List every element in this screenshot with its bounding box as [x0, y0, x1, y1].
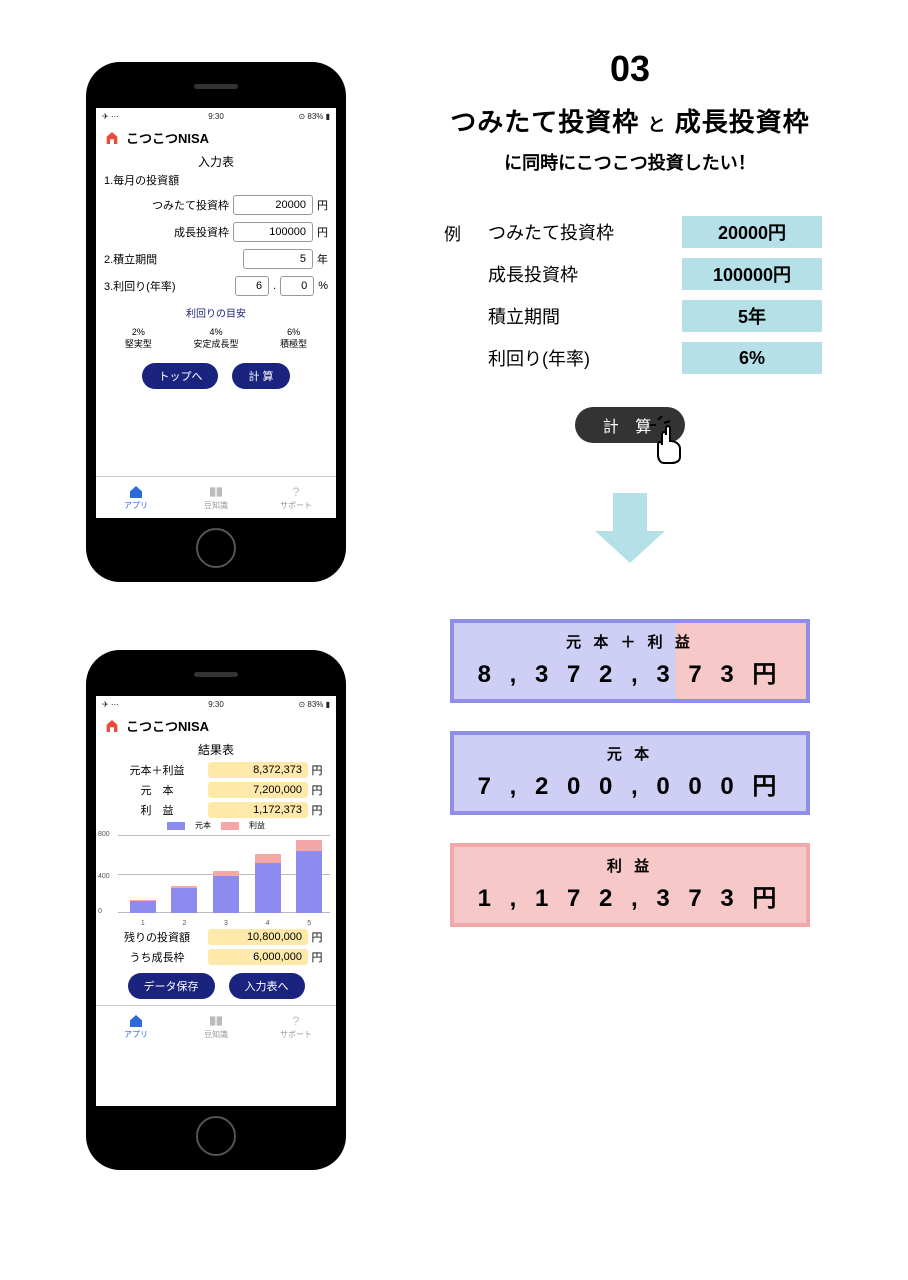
phone-speaker [194, 84, 238, 89]
top-button[interactable]: トップへ [142, 363, 218, 389]
example-yield-value: 6% [682, 342, 822, 374]
example-tsumitate-value: 20000円 [682, 216, 822, 248]
arrow-down-icon [595, 493, 665, 563]
example-period-value: 5年 [682, 300, 822, 332]
legend-swatch-principal [167, 822, 185, 830]
app-title: こつこつNISA [126, 128, 209, 147]
tab-support[interactable]: ? サポート [256, 477, 336, 518]
card-profit: 利 益 1 , 1 7 2 , 3 7 3 円 [450, 843, 810, 927]
svg-text:?: ? [293, 1014, 300, 1028]
q3-label: 3.利回り(年率) [104, 278, 231, 294]
example-growth-value: 100000円 [682, 258, 822, 290]
app-logo-icon [104, 130, 120, 146]
result-principal-row: 元 本 7,200,000 円 [96, 780, 336, 800]
card-principal: 元 本 7 , 2 0 0 , 0 0 0 円 [450, 731, 810, 815]
status-bar: ✈ ⋯ 9:30 ⊙ 83% ▮ [96, 108, 336, 124]
tab-app[interactable]: アプリ [96, 477, 176, 518]
example-block: 例 つみたて投資枠 20000円 成長投資枠 100000円 積立期間 5年 利… [444, 211, 860, 379]
page-number: 03 [400, 48, 860, 90]
input-section-title: 入力表 [96, 151, 336, 172]
app-header: こつこつNISA [96, 712, 336, 739]
status-time: 9:30 [208, 112, 224, 121]
remaining-growth-row: うち成長枠 6,000,000 円 [96, 947, 336, 967]
yield-dec-input[interactable] [280, 276, 314, 296]
status-bar: ✈ ⋯ 9:30 ⊙ 83% ▮ [96, 696, 336, 712]
status-right: ⊙ 83% ▮ [298, 112, 330, 121]
phone-screen: ✈ ⋯ 9:30 ⊙ 83% ▮ こつこつNISA 結果表 元本＋利益 8,37… [96, 696, 336, 1106]
calc-illustration: 計 算 [400, 407, 860, 443]
tab-bar: アプリ 豆知識 ? サポート [96, 1005, 336, 1047]
growth-label: 成長投資枠 [104, 224, 229, 240]
tab-tips[interactable]: 豆知識 [176, 477, 256, 518]
yield-int-input[interactable] [235, 276, 269, 296]
legend-swatch-profit [221, 822, 239, 830]
question-icon: ? [288, 484, 304, 500]
year-unit: 年 [317, 251, 328, 267]
app-header: こつこつNISA [96, 124, 336, 151]
home-button-icon [196, 1116, 236, 1156]
svg-text:?: ? [293, 485, 300, 499]
tab-support[interactable]: ? サポート [256, 1006, 336, 1047]
book-icon [208, 1013, 224, 1029]
yen-unit: 円 [317, 197, 328, 213]
calc-button[interactable]: 計 算 [232, 363, 289, 389]
card-total: 元 本 ＋ 利 益 8 , 3 7 2 , 3 7 3 円 [450, 619, 810, 703]
book-icon [208, 484, 224, 500]
growth-input[interactable] [233, 222, 313, 242]
q2-label: 2.積立期間 [104, 251, 239, 267]
period-input[interactable] [243, 249, 313, 269]
result-cards: 元 本 ＋ 利 益 8 , 3 7 2 , 3 7 3 円 元 本 7 , 2 … [400, 619, 860, 927]
percent-unit: % [318, 280, 328, 292]
yen-unit: 円 [317, 224, 328, 240]
hint-title: 利回りの目安 [104, 305, 328, 320]
save-button[interactable]: データ保存 [128, 973, 215, 999]
result-total-value: 8,372,373 [208, 762, 308, 778]
app-logo-icon [104, 718, 120, 734]
result-chart: 800 400 0 12345 [96, 831, 336, 927]
phone-input: ✈ ⋯ 9:30 ⊙ 83% ▮ こつこつNISA 入力表 1.毎月の投資額 つ… [86, 62, 346, 582]
result-total-row: 元本＋利益 8,372,373 円 [96, 760, 336, 780]
tab-tips[interactable]: 豆知識 [176, 1006, 256, 1047]
tsumitate-input[interactable] [233, 195, 313, 215]
headline: つみたて投資枠 と 成長投資枠 [400, 102, 860, 139]
house-icon [128, 1013, 144, 1029]
phone-results: ✈ ⋯ 9:30 ⊙ 83% ▮ こつこつNISA 結果表 元本＋利益 8,37… [86, 650, 346, 1170]
example-marker: 例 [444, 220, 474, 245]
home-button-icon [196, 528, 236, 568]
result-profit-row: 利 益 1,172,373 円 [96, 800, 336, 820]
question-icon: ? [288, 1013, 304, 1029]
q1-label: 1.毎月の投資額 [104, 172, 328, 188]
phone-speaker [194, 672, 238, 677]
back-button[interactable]: 入力表へ [229, 973, 305, 999]
tsumitate-label: つみたて投資枠 [104, 197, 229, 213]
tab-bar: アプリ 豆知識 ? サポート [96, 476, 336, 518]
pointer-hand-icon [648, 415, 698, 465]
phone-screen: ✈ ⋯ 9:30 ⊙ 83% ▮ こつこつNISA 入力表 1.毎月の投資額 つ… [96, 108, 336, 518]
subline: に同時にこつこつ投資したい！ [400, 149, 860, 175]
tab-app[interactable]: アプリ [96, 1006, 176, 1047]
chart-legend: 元本 利益 [96, 820, 336, 831]
result-section-title: 結果表 [96, 739, 336, 760]
status-left: ✈ ⋯ [102, 112, 119, 121]
remaining-row: 残りの投資額 10,800,000 円 [96, 927, 336, 947]
house-icon [128, 484, 144, 500]
hint-row: 2%堅実型 4%安定成長型 6%積極型 [104, 327, 328, 350]
explanation-panel: 03 つみたて投資枠 と 成長投資枠 に同時にこつこつ投資したい！ 例 つみたて… [400, 48, 860, 927]
